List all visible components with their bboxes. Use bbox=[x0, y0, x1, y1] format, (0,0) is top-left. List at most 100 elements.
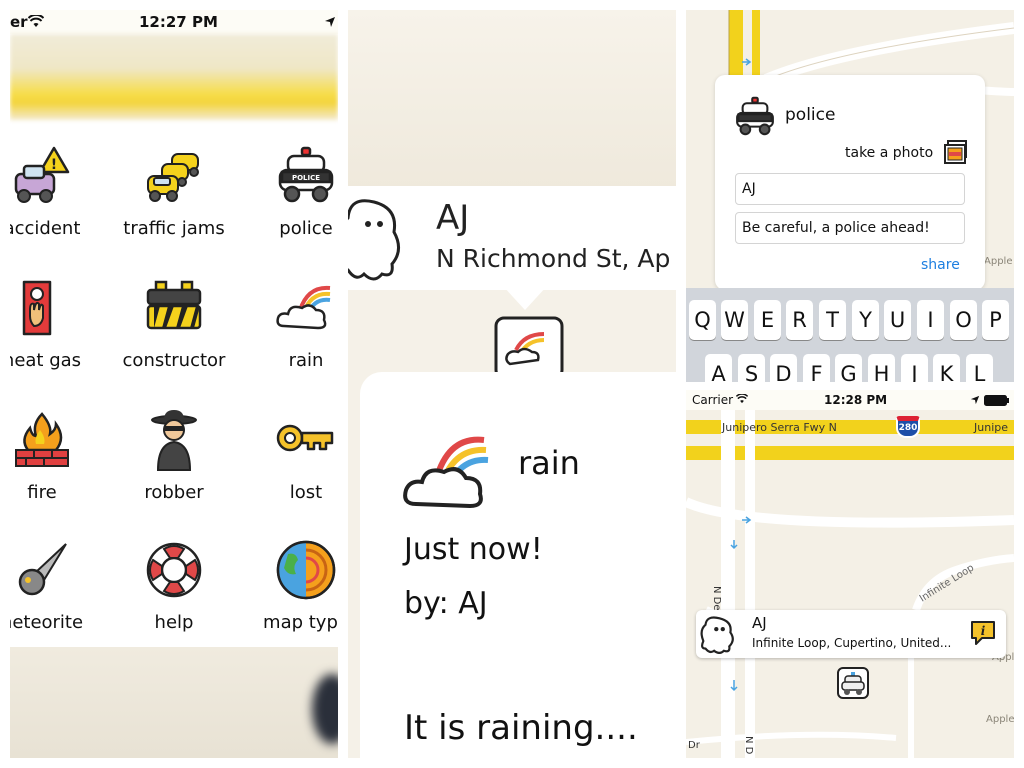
category-label: map type bbox=[263, 612, 338, 633]
category-help[interactable]: help bbox=[114, 532, 234, 652]
key-y[interactable]: Y bbox=[852, 300, 879, 340]
key-r[interactable]: R bbox=[786, 300, 813, 340]
take-photo-label[interactable]: take a photo bbox=[845, 145, 933, 161]
category-label: rain bbox=[288, 350, 324, 371]
key-p[interactable]: P bbox=[982, 300, 1009, 340]
key-f[interactable]: F bbox=[803, 354, 830, 382]
category-meteorite[interactable]: neteorite bbox=[10, 532, 102, 652]
key-k[interactable]: K bbox=[933, 354, 960, 382]
key-h[interactable]: H bbox=[868, 354, 895, 382]
category-constructor[interactable]: constructor bbox=[114, 270, 234, 390]
rain-cloud-icon bbox=[403, 436, 489, 509]
map-screen: Carrier 12:28 PM Junipero Serra Fwy N Ju… bbox=[686, 390, 1014, 758]
construction-barrier-icon bbox=[146, 280, 202, 330]
name-field[interactable]: AJ bbox=[735, 173, 965, 205]
key-u[interactable]: U bbox=[884, 300, 911, 340]
carrier-text: Carrier bbox=[692, 393, 734, 407]
dialog-category: police bbox=[785, 105, 836, 125]
pin-name: AJ bbox=[752, 614, 767, 632]
category-label: accident bbox=[10, 218, 81, 239]
svg-text:i: i bbox=[981, 624, 986, 638]
police-car-icon: POLICE bbox=[278, 146, 334, 203]
category-label: neteorite bbox=[10, 612, 84, 633]
category-label: traffic jams bbox=[123, 218, 225, 239]
key-d[interactable]: D bbox=[770, 354, 797, 382]
key-i[interactable]: I bbox=[917, 300, 944, 340]
report-detail-screen: AJ N Richmond St, Ap rain Just now! by: … bbox=[348, 10, 676, 758]
category-label: constructor bbox=[122, 350, 226, 371]
globe-icon bbox=[276, 540, 336, 600]
rain-map-pin-icon[interactable] bbox=[494, 316, 564, 380]
location-arrow-icon bbox=[970, 395, 980, 405]
category-label: robber bbox=[144, 482, 204, 503]
carrier-text: er bbox=[10, 13, 28, 31]
share-button[interactable]: share bbox=[921, 257, 960, 273]
category-grid-screen: er 12:27 PM ! accident traffic jams POLI… bbox=[10, 10, 338, 758]
category-label: heat gas bbox=[10, 350, 82, 371]
police-map-pin-icon[interactable] bbox=[836, 666, 870, 702]
key-a[interactable]: A bbox=[705, 354, 732, 382]
callout-address: N Richmond St, Ap bbox=[436, 244, 671, 273]
key-w[interactable]: W bbox=[721, 300, 748, 340]
message-field[interactable]: Be careful, a police ahead! bbox=[735, 212, 965, 244]
user-pin-callout[interactable]: AJ Infinite Loop, Cupertino, United... i bbox=[696, 610, 1006, 658]
key-o[interactable]: O bbox=[950, 300, 977, 340]
accident-car-icon: ! bbox=[14, 146, 70, 203]
wifi-icon bbox=[28, 15, 44, 27]
meteorite-icon bbox=[18, 543, 67, 596]
share-report-screen: Apple police take a photo AJ Be careful,… bbox=[686, 10, 1014, 382]
freeway-label-right: Junipe bbox=[974, 421, 1008, 434]
ghost-avatar-icon bbox=[700, 616, 734, 654]
user-callout[interactable]: AJ N Richmond St, Ap bbox=[348, 186, 676, 290]
pin-address: Infinite Loop, Cupertino, United... bbox=[752, 636, 952, 650]
key-q[interactable]: Q bbox=[689, 300, 716, 340]
lifebuoy-icon bbox=[146, 542, 202, 598]
key-e[interactable]: E bbox=[754, 300, 781, 340]
wifi-icon bbox=[736, 394, 748, 404]
category-police[interactable]: POLICE police bbox=[246, 138, 338, 258]
status-bar: er 12:27 PM bbox=[10, 10, 338, 34]
rain-cloud-icon bbox=[276, 285, 331, 330]
battery-icon bbox=[984, 395, 1009, 406]
callout-pointer bbox=[503, 286, 547, 310]
traffic-jam-icon bbox=[147, 153, 199, 202]
map-background bbox=[348, 10, 676, 190]
report-card: rain Just now! by: AJ It is raining.... bbox=[360, 372, 676, 758]
category-lost[interactable]: lost bbox=[246, 402, 338, 522]
key-g[interactable]: G bbox=[835, 354, 862, 382]
category-traffic-jams[interactable]: traffic jams bbox=[114, 138, 234, 258]
interstate-number: 280 bbox=[898, 423, 918, 433]
key-l[interactable]: L bbox=[966, 354, 993, 382]
category-fire[interactable]: fire bbox=[10, 402, 102, 522]
category-rain[interactable]: rain bbox=[246, 270, 338, 390]
category-label: help bbox=[154, 612, 194, 633]
key-icon bbox=[276, 424, 334, 452]
report-message: It is raining.... bbox=[404, 708, 638, 748]
heat-gas-icon bbox=[22, 280, 52, 336]
category-heat-gas[interactable]: heat gas bbox=[10, 270, 102, 390]
police-car-icon bbox=[736, 96, 774, 136]
key-j[interactable]: J bbox=[901, 354, 928, 382]
location-arrow-icon bbox=[325, 17, 335, 27]
category-accident[interactable]: ! accident bbox=[10, 138, 102, 258]
fire-icon bbox=[15, 412, 69, 467]
share-dialog: police take a photo AJ Be careful, a pol… bbox=[715, 75, 985, 290]
map-background-blurred bbox=[10, 34, 338, 120]
map-label-apple: Apple bbox=[984, 256, 1013, 267]
report-category: rain bbox=[518, 444, 580, 482]
key-t[interactable]: T bbox=[819, 300, 846, 340]
map-background-blurred-bottom bbox=[10, 647, 338, 758]
report-author: by: AJ bbox=[404, 586, 488, 621]
svg-text:!: ! bbox=[51, 157, 57, 173]
street-fragment-n: N D bbox=[743, 736, 754, 755]
keyboard: Q W E R T Y U I O P A S D F G H J K L bbox=[686, 288, 1014, 382]
category-robber[interactable]: robber bbox=[114, 402, 234, 522]
robber-icon bbox=[151, 410, 197, 471]
key-s[interactable]: S bbox=[738, 354, 765, 382]
status-time: 12:28 PM bbox=[824, 393, 888, 407]
interstate-shield-icon: 280 bbox=[896, 416, 920, 438]
photo-icon[interactable] bbox=[943, 139, 969, 165]
map-label-apple: Apple bbox=[986, 714, 1014, 725]
info-bubble-icon[interactable]: i bbox=[968, 618, 998, 648]
category-map-type[interactable]: map type bbox=[246, 532, 338, 652]
